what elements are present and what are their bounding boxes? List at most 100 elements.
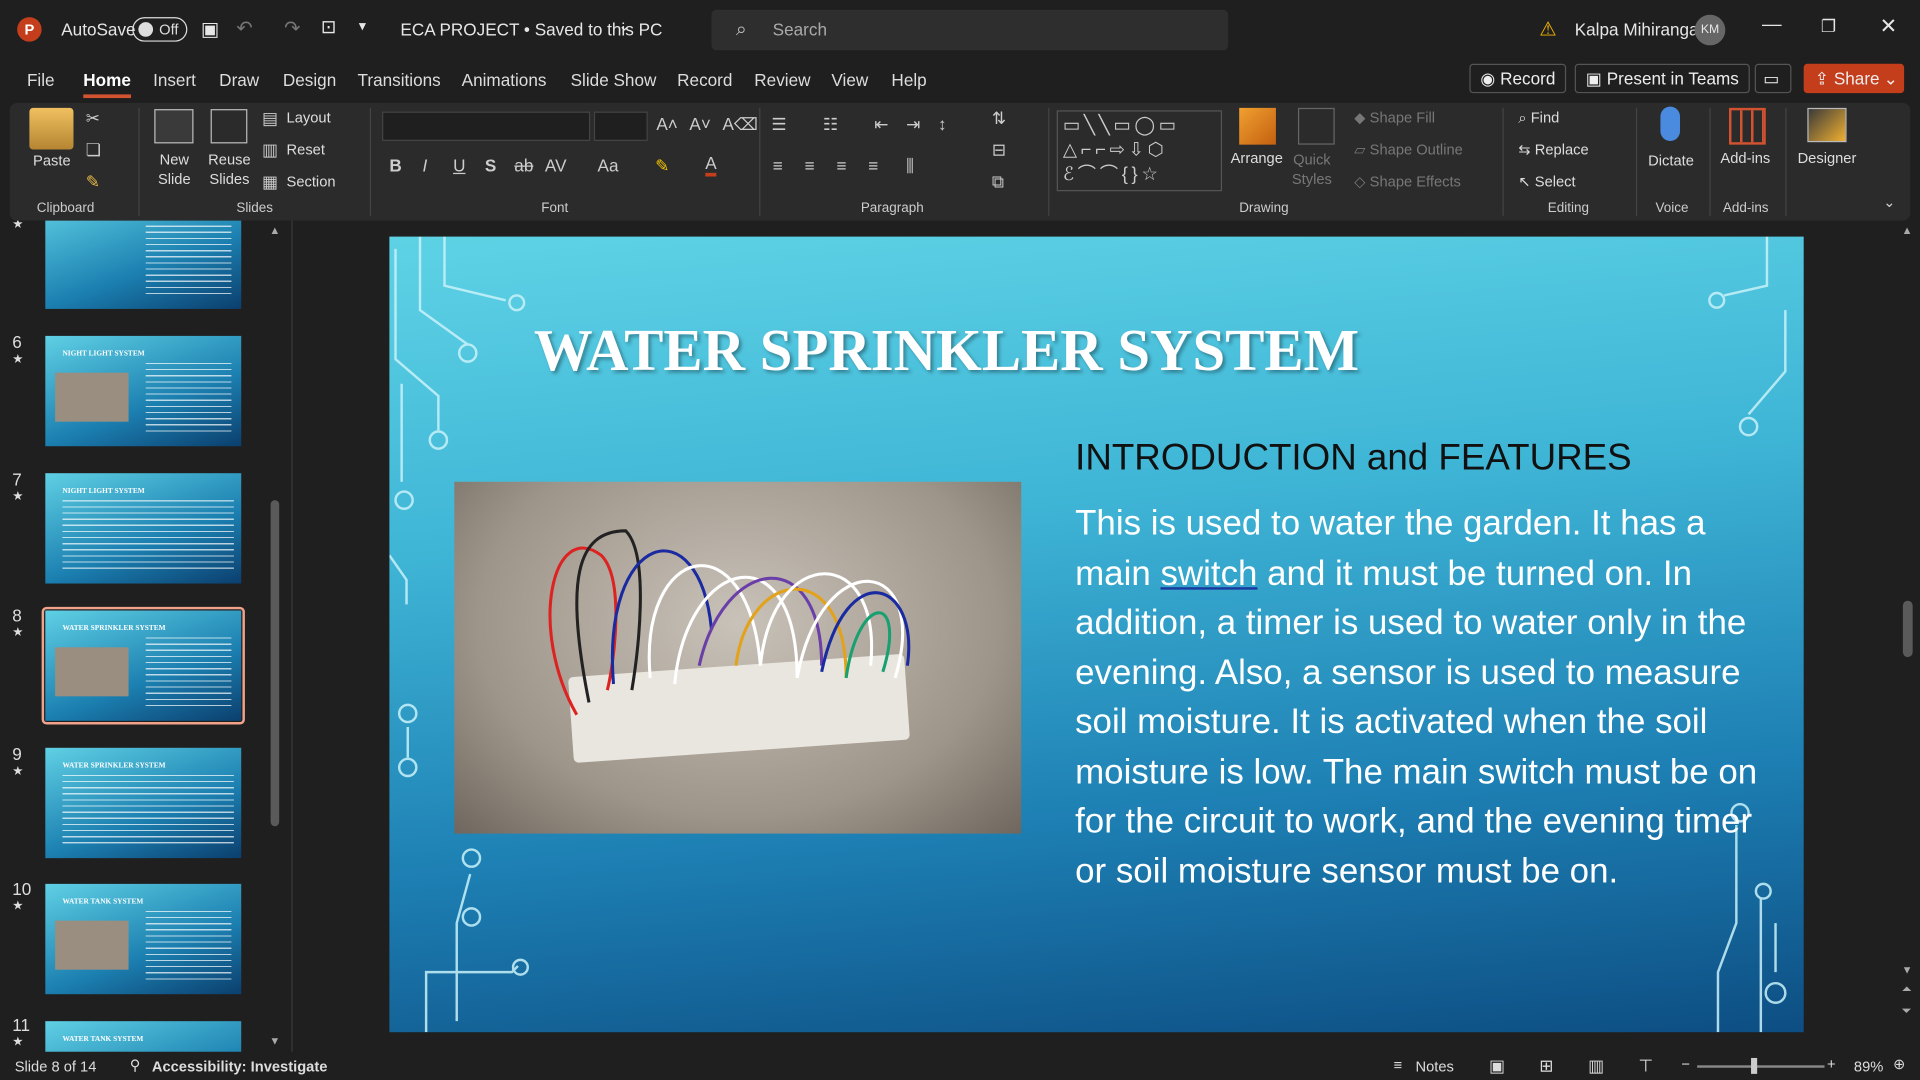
tab-slide-show[interactable]: Slide Show xyxy=(571,70,657,90)
scroll-up-icon[interactable]: ▲ xyxy=(1902,224,1913,236)
font-name-box[interactable] xyxy=(382,111,591,141)
tab-record[interactable]: Record xyxy=(677,70,732,90)
numbering-icon[interactable]: ☷ xyxy=(823,114,838,135)
shape-effects-button[interactable]: ◇ Shape Effects xyxy=(1354,173,1461,190)
increase-font-icon[interactable]: A˄ xyxy=(656,114,677,134)
align-left-icon[interactable]: ≡ xyxy=(773,156,783,176)
align-center-icon[interactable]: ≡ xyxy=(804,156,814,176)
change-case-button[interactable]: Aa xyxy=(598,156,619,176)
autosave-toggle[interactable]: Off xyxy=(132,17,188,42)
next-slide-icon[interactable]: ⏷ xyxy=(1902,1005,1912,1018)
align-text-icon[interactable]: ⊟ xyxy=(992,140,1006,161)
add-ins-button[interactable]: Add-ins xyxy=(1720,150,1770,167)
increase-indent-icon[interactable]: ⇥ xyxy=(906,114,920,135)
tab-design[interactable]: Design xyxy=(283,70,336,90)
line-spacing-icon[interactable]: ↕ xyxy=(938,114,947,134)
scroll-down-icon[interactable]: ▼ xyxy=(1902,964,1913,976)
fit-to-window-icon[interactable]: ⊕ xyxy=(1893,1056,1905,1073)
search-box[interactable]: ⌕ Search xyxy=(711,9,1229,51)
replace-button[interactable]: ⇆ Replace xyxy=(1518,141,1588,158)
slide-thumbnail-panel[interactable]: ★ 6 ★ NIGHT LIGHT SYSTEM 7 ★ NIGHT LIGHT… xyxy=(0,220,292,1052)
slide-thumbnail[interactable]: NIGHT LIGHT SYSTEM xyxy=(45,473,242,584)
zoom-level[interactable]: 89% xyxy=(1854,1058,1883,1075)
cut-icon[interactable]: ✂ xyxy=(86,108,100,129)
slide-body-text[interactable]: This is used to water the garden. It has… xyxy=(1075,499,1761,896)
tab-insert[interactable]: Insert xyxy=(153,70,196,90)
paste-button[interactable]: Paste xyxy=(33,152,71,169)
tab-help[interactable]: Help xyxy=(891,70,926,90)
collapse-ribbon-icon[interactable]: ⌄ xyxy=(1883,194,1895,211)
thumbnail-scrollbar[interactable] xyxy=(270,500,280,827)
italic-button[interactable]: I xyxy=(422,156,427,176)
new-slide-button[interactable]: New Slide xyxy=(158,150,191,189)
tab-animations[interactable]: Animations xyxy=(462,70,547,90)
layout-button[interactable]: Layout xyxy=(287,109,331,126)
slide-thumbnail-selected[interactable]: WATER SPRINKLER SYSTEM xyxy=(45,610,242,721)
tab-home[interactable]: Home xyxy=(83,70,131,90)
warning-icon[interactable]: ⚠ xyxy=(1539,17,1557,42)
align-right-icon[interactable]: ≡ xyxy=(836,156,846,176)
quick-styles-icon[interactable] xyxy=(1297,107,1335,145)
avatar[interactable]: KM xyxy=(1694,14,1726,46)
zoom-out-icon[interactable]: − xyxy=(1681,1056,1690,1073)
zoom-slider[interactable] xyxy=(1697,1065,1825,1068)
section-button[interactable]: Section xyxy=(287,173,336,190)
new-slide-icon[interactable] xyxy=(154,109,194,144)
slide-sorter-icon[interactable]: ⊞ xyxy=(1539,1056,1553,1077)
reuse-slides-icon[interactable] xyxy=(210,109,248,144)
redo-icon[interactable]: ↷ xyxy=(284,16,300,41)
find-button[interactable]: ⌕ Find xyxy=(1518,109,1559,127)
select-button[interactable]: ↖ Select xyxy=(1518,173,1575,190)
shapes-gallery[interactable]: ▭╲╲▭◯▭ △⌐⌐⇨⇩⬡ ℰ⌒⌒{}☆ xyxy=(1056,110,1223,192)
designer-icon[interactable] xyxy=(1807,107,1847,143)
arrange-icon[interactable] xyxy=(1239,107,1276,145)
dictate-button[interactable]: Dictate xyxy=(1648,152,1694,169)
present-in-teams-button[interactable]: ▣ Present in Teams xyxy=(1574,63,1750,94)
slide-show-icon[interactable]: ⊤ xyxy=(1638,1056,1653,1077)
reset-button[interactable]: Reset xyxy=(287,141,325,158)
scroll-up-icon[interactable]: ▲ xyxy=(269,224,280,236)
bullets-icon[interactable]: ☰ xyxy=(771,114,786,135)
font-size-box[interactable] xyxy=(593,111,648,141)
paste-icon[interactable] xyxy=(29,107,74,150)
tab-review[interactable]: Review xyxy=(754,70,810,90)
notes-button[interactable]: Notes xyxy=(1416,1058,1454,1075)
microphone-icon[interactable] xyxy=(1660,106,1681,141)
editor-scrollbar[interactable] xyxy=(1902,600,1913,658)
shadow-button[interactable]: S xyxy=(485,156,496,176)
present-from-start-icon[interactable]: ⊡ xyxy=(321,16,336,38)
designer-button[interactable]: Designer xyxy=(1798,150,1857,167)
slide-title[interactable]: WATER SPRINKLER SYSTEM xyxy=(534,318,1359,385)
minimize-icon[interactable]: — xyxy=(1762,15,1782,37)
user-name[interactable]: Kalpa Mihiranga xyxy=(1575,20,1699,40)
scroll-down-icon[interactable]: ▼ xyxy=(269,1035,280,1047)
arrange-button[interactable]: Arrange xyxy=(1231,150,1283,167)
columns-icon[interactable]: ⫼ xyxy=(906,156,914,177)
shape-fill-button[interactable]: ◆ Shape Fill xyxy=(1354,109,1435,126)
tab-draw[interactable]: Draw xyxy=(219,70,259,90)
smartart-icon[interactable]: ⧉ xyxy=(992,172,1004,193)
zoom-slider-thumb[interactable] xyxy=(1751,1057,1758,1074)
font-color-icon[interactable]: A xyxy=(705,153,717,177)
undo-icon[interactable]: ↶ xyxy=(236,16,252,41)
underline-button[interactable]: U xyxy=(453,156,465,176)
slide-thumbnail[interactable]: WATER TANK SYSTEM xyxy=(45,1021,242,1052)
notes-icon[interactable]: ≡ xyxy=(1393,1057,1402,1074)
tab-file[interactable]: File xyxy=(27,70,55,90)
justify-icon[interactable]: ≡ xyxy=(868,156,878,176)
tab-view[interactable]: View xyxy=(831,70,868,90)
tab-transitions[interactable]: Transitions xyxy=(358,70,441,90)
clear-formatting-icon[interactable]: A⌫ xyxy=(722,114,758,135)
strikethrough-button[interactable]: ab xyxy=(514,156,533,176)
add-ins-icon[interactable] xyxy=(1728,107,1766,145)
normal-view-icon[interactable]: ▣ xyxy=(1489,1056,1505,1077)
slide-thumbnail[interactable]: WATER TANK SYSTEM xyxy=(45,883,242,995)
comments-button[interactable]: ▭ xyxy=(1754,63,1792,94)
breadboard-photo[interactable] xyxy=(454,481,1022,834)
reading-view-icon[interactable]: ▥ xyxy=(1588,1056,1604,1077)
customize-toolbar-icon[interactable]: ▾ xyxy=(359,17,366,34)
copy-icon[interactable]: ❏ xyxy=(86,140,101,161)
record-button[interactable]: ◉ Record xyxy=(1469,63,1567,94)
previous-slide-icon[interactable]: ⏶ xyxy=(1902,983,1912,996)
save-icon[interactable]: ▣ xyxy=(201,17,220,42)
